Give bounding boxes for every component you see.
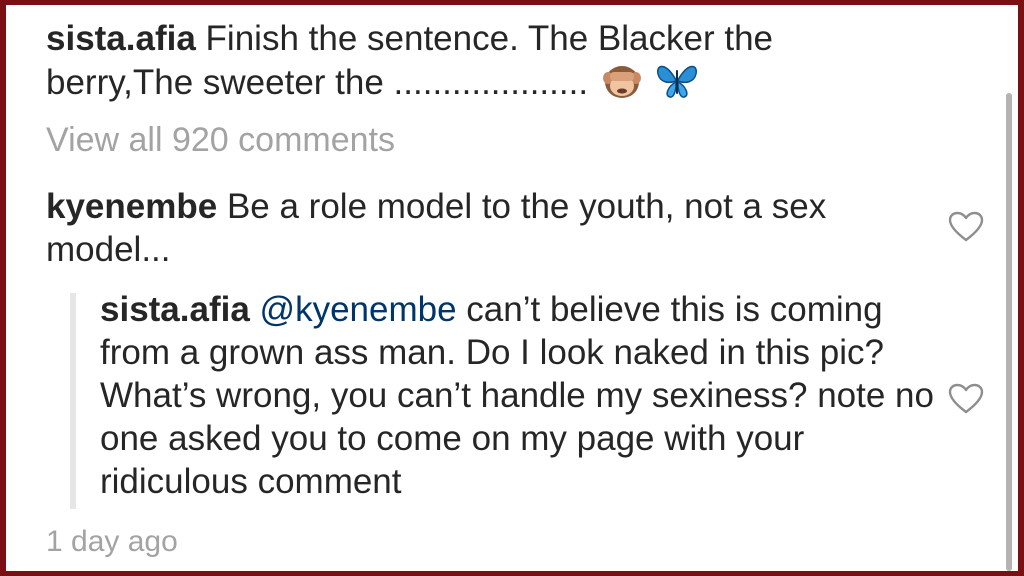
reply-username[interactable]: sista.afia [100, 290, 250, 329]
scrollbar[interactable] [1006, 93, 1012, 571]
comment-timestamp: 1 day ago [46, 525, 178, 558]
post-caption: sista.afia Finish the sentence. The Blac… [46, 17, 906, 110]
comment-username[interactable]: kyenembe [46, 187, 217, 226]
heart-icon[interactable] [948, 211, 984, 243]
comment-item: kyenembe Be a role model to the youth, n… [46, 185, 926, 271]
caption-username[interactable]: sista.afia [46, 19, 196, 58]
butterfly-icon [656, 60, 698, 110]
reply-mention[interactable]: @kyenembe [260, 290, 457, 329]
view-all-comments-link[interactable]: View all 920 comments [46, 119, 395, 162]
see-no-evil-monkey-icon [602, 60, 642, 110]
comments-panel: sista.afia Finish the sentence. The Blac… [6, 5, 1018, 571]
reply-thread-line [70, 293, 76, 509]
reply-item: sista.afia @kyenembe can’t believe this … [100, 288, 940, 503]
heart-icon[interactable] [948, 383, 984, 415]
